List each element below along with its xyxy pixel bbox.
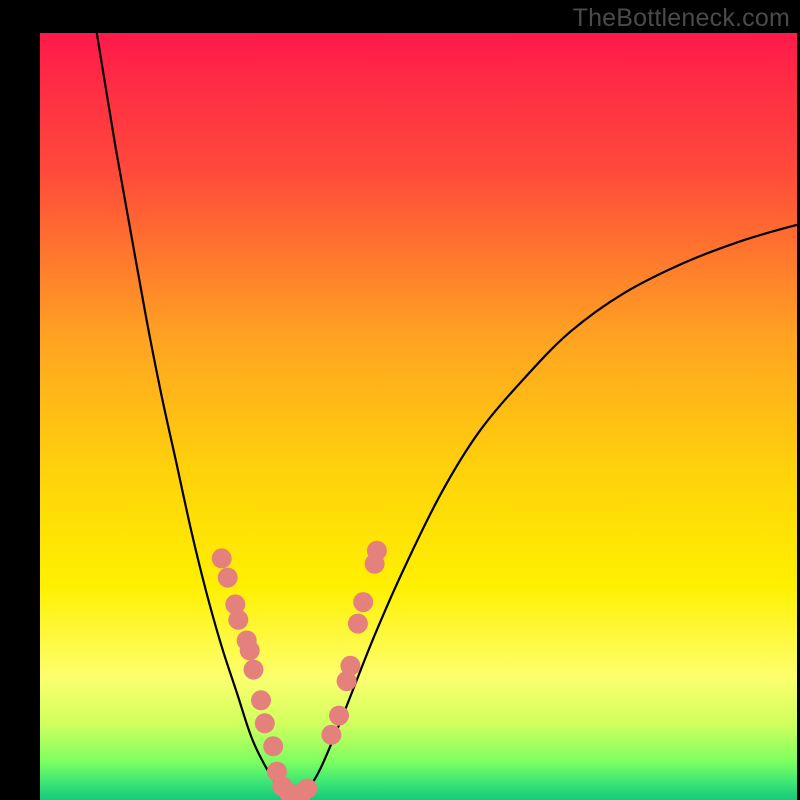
data-marker	[297, 779, 317, 799]
data-marker	[255, 713, 275, 733]
watermark-text: TheBottleneck.com	[573, 4, 790, 33]
chart-frame: TheBottleneck.com	[0, 0, 800, 800]
data-marker	[321, 725, 341, 745]
data-marker	[353, 592, 373, 612]
gradient-background	[40, 33, 797, 800]
data-marker	[348, 614, 368, 634]
bottleneck-chart	[0, 0, 800, 800]
data-marker	[367, 541, 387, 561]
data-marker	[340, 656, 360, 676]
data-marker	[263, 736, 283, 756]
data-marker	[240, 640, 260, 660]
data-marker	[228, 610, 248, 630]
data-marker	[218, 568, 238, 588]
data-marker	[244, 660, 264, 680]
data-marker	[329, 706, 349, 726]
data-marker	[212, 548, 232, 568]
data-marker	[251, 690, 271, 710]
